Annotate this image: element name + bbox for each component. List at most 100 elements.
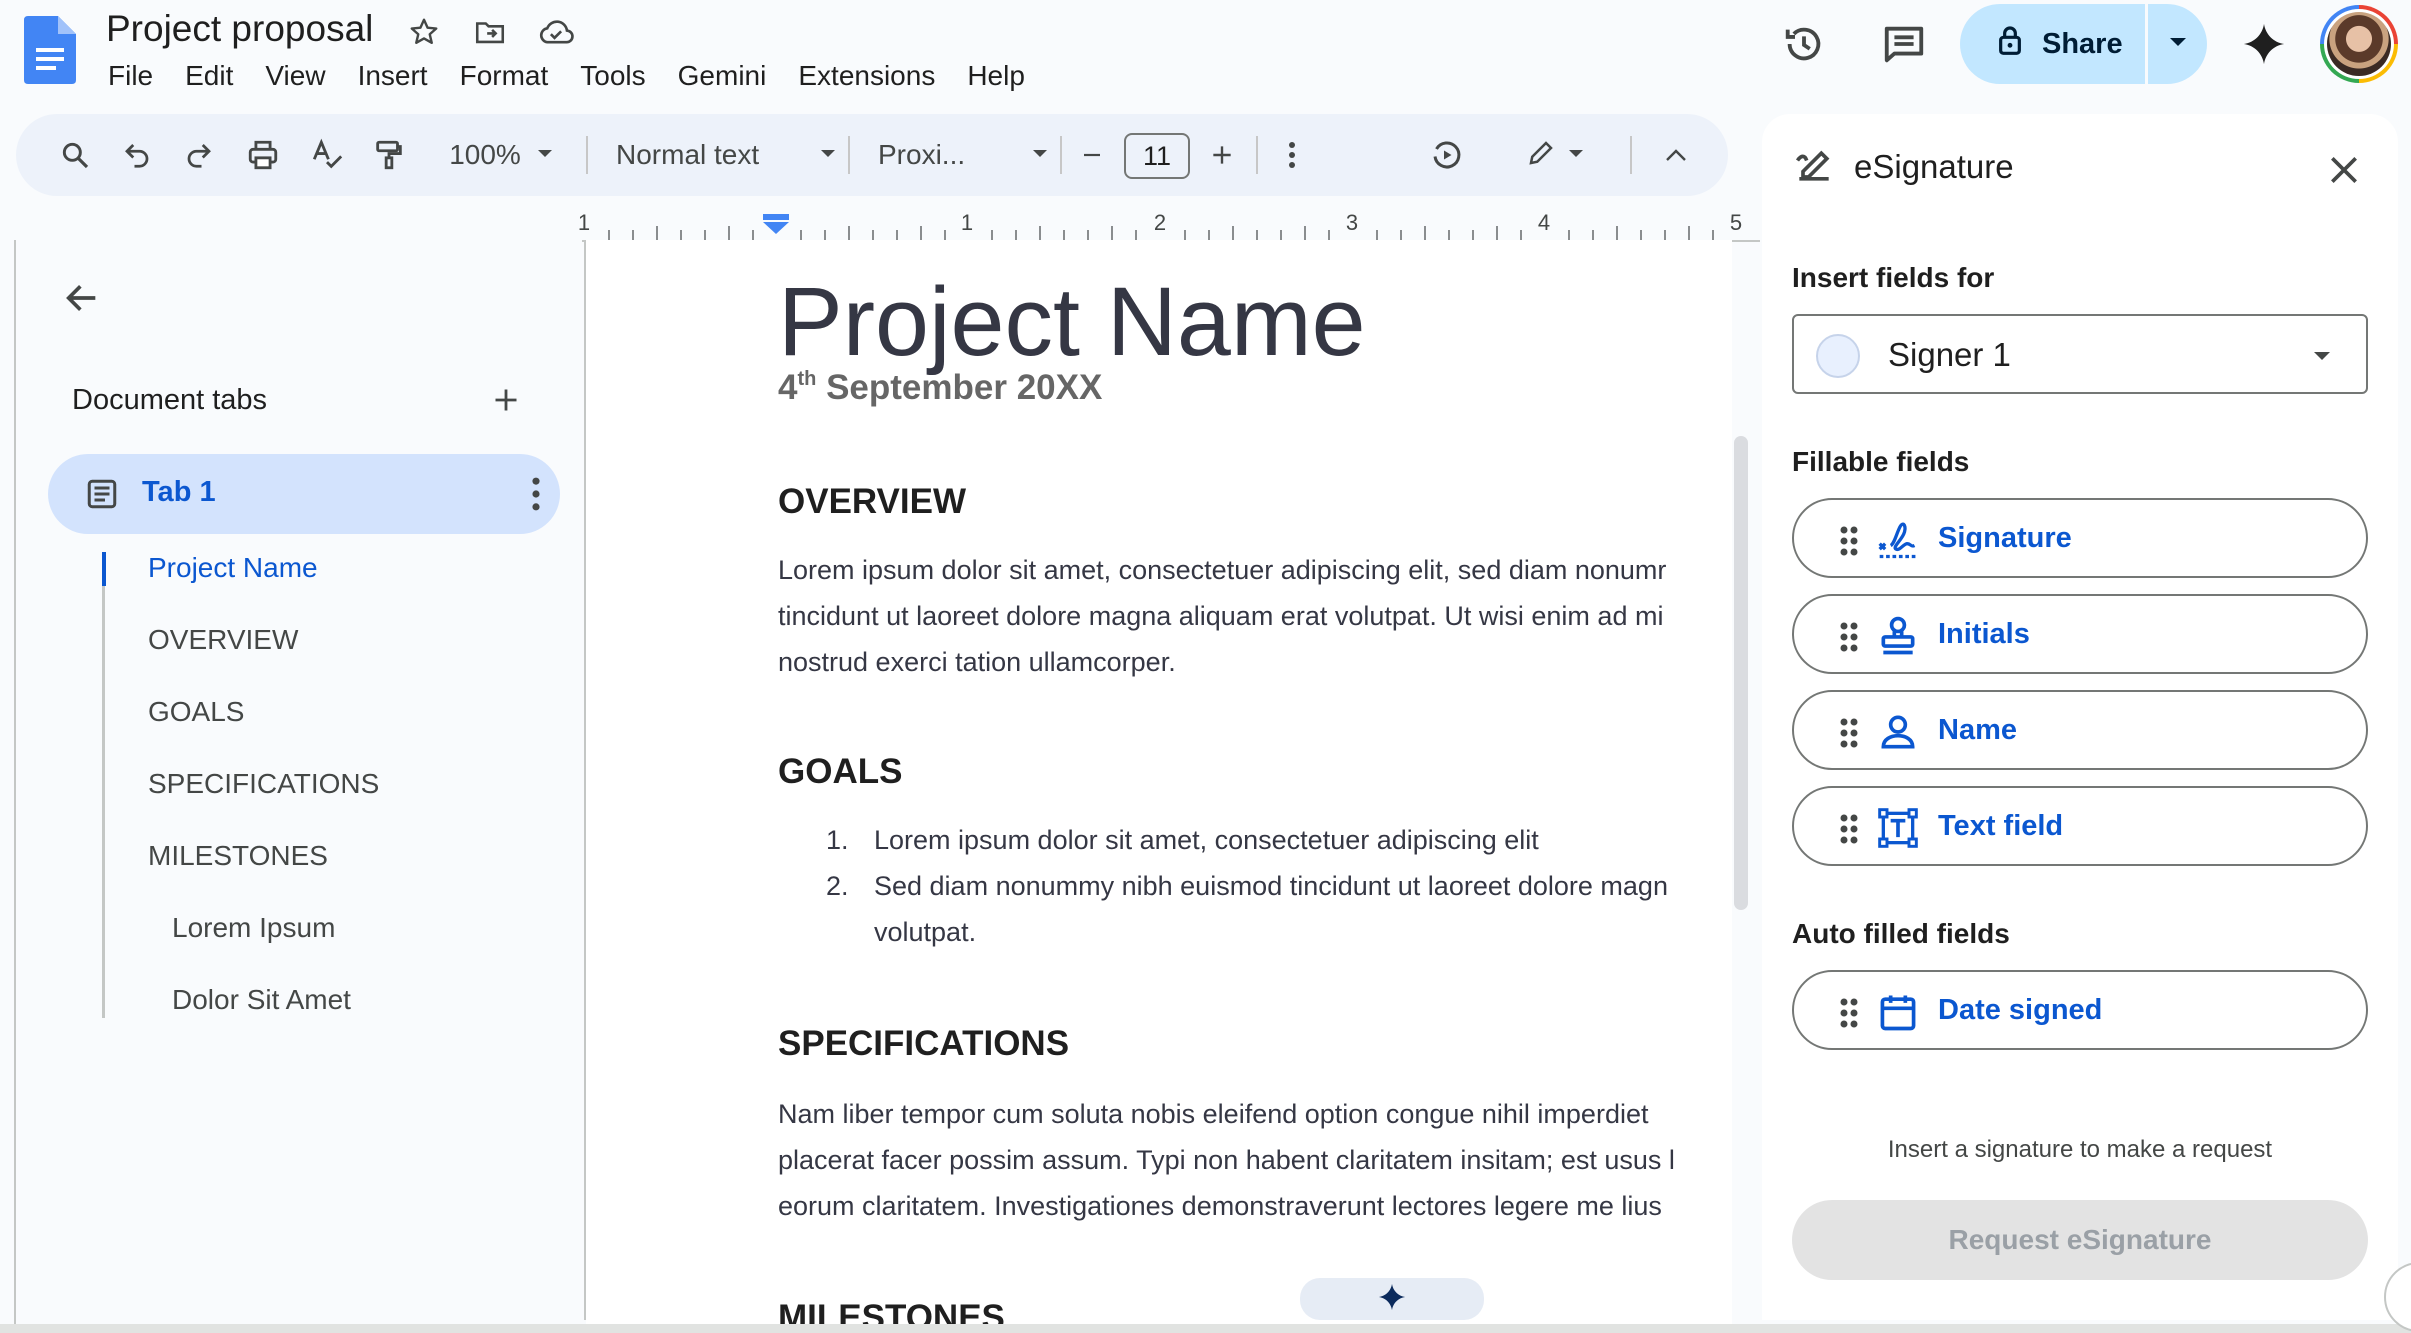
signature-field-button[interactable]: Signature [1792,498,2368,578]
drag-handle-icon[interactable] [1838,620,1860,654]
add-tab-icon[interactable] [486,380,526,420]
goal-number: 1. [826,825,849,855]
increase-font-size-icon[interactable] [1202,114,1242,196]
close-outline-back-icon[interactable] [56,272,108,324]
spec-line: eorum claritatem. Investigationes demons… [778,1191,1662,1221]
caret-down-icon [1568,146,1584,164]
undo-icon[interactable] [112,114,162,196]
docs-window: Project proposal File Edit View Insert F… [0,0,2411,1333]
version-history-icon[interactable] [1772,12,1836,76]
drag-handle-icon[interactable] [1838,716,1860,750]
font-select[interactable]: Proxi... [878,114,1048,196]
menu-extensions[interactable]: Extensions [782,56,951,96]
font-value: Proxi... [878,139,966,170]
request-esignature-button[interactable]: Request eSignature [1792,1200,2368,1280]
text-field-button[interactable]: Text field [1792,786,2368,866]
esignature-panel: eSignature Insert fields for Signer 1 Fi… [1762,114,2398,1320]
ruler-label: 5 [1729,210,1743,235]
move-to-folder-icon[interactable] [468,10,512,54]
document-page[interactable]: Project Name 4th September 20XX OVERVIEW… [586,240,1732,1333]
zoom-select[interactable]: 100% [436,114,566,196]
document-title[interactable]: Project proposal [106,8,373,50]
horizontal-scrollbar[interactable] [0,1324,2411,1333]
person-icon [1876,710,1920,754]
font-size-input[interactable]: 11 [1124,133,1190,179]
signer-value: Signer 1 [1888,336,2011,373]
horizontal-ruler[interactable]: 1 1 2 3 4 5 [0,206,1760,242]
outline-item-specifications[interactable]: SPECIFICATIONS [148,768,379,800]
vertical-scrollbar[interactable] [1734,436,1748,910]
drag-handle-icon[interactable] [1838,812,1860,846]
share-button[interactable]: Share [1960,4,2145,84]
insert-fields-for-label: Insert fields for [1792,262,1995,293]
date-signed-field-label: Date signed [1938,994,2103,1026]
menu-help[interactable]: Help [951,56,1041,96]
more-options-icon[interactable] [1272,114,1312,196]
signer-color-dot [1816,334,1860,378]
spelling-check-icon[interactable] [302,114,352,196]
cloud-saved-icon[interactable] [534,10,578,54]
document-tab-icon [84,476,120,512]
pencil-icon [1526,138,1556,173]
doc-date: 4th September 20XX [778,368,1103,407]
decrease-font-size-icon[interactable] [1072,114,1112,196]
paint-format-icon[interactable] [364,114,414,196]
spec-line: placerat facer possim assum. Typi non ha… [778,1145,1675,1175]
initials-field-label: Initials [1938,618,2030,650]
text-field-icon [1876,806,1920,850]
menu-gemini[interactable]: Gemini [662,56,783,96]
tab-1[interactable]: Tab 1 [48,454,560,534]
star-icon[interactable] [402,10,446,54]
outline-item-lorem-ipsum[interactable]: Lorem Ipsum [172,912,335,944]
date-signed-field-button[interactable]: Date signed [1792,970,2368,1050]
collapse-toolbar-icon[interactable] [1656,114,1696,196]
caret-down-icon [2310,344,2334,368]
redo-icon[interactable] [174,114,224,196]
auto-filled-fields-label: Auto filled fields [1792,918,2010,949]
request-hint-text: Insert a signature to make a request [1887,1136,2273,1163]
outline-item-overview[interactable]: OVERVIEW [148,624,298,656]
search-menus-icon[interactable] [50,114,100,196]
outline-item-milestones[interactable]: MILESTONES [148,840,328,872]
signer-select[interactable]: Signer 1 [1792,314,2368,394]
menu-bar: File Edit View Insert Format Tools Gemin… [92,56,1041,96]
outline-item-dolor-sit-amet[interactable]: Dolor Sit Amet [172,984,351,1016]
menu-file[interactable]: File [92,56,169,96]
caret-down-icon [1032,146,1048,164]
specifications-heading: SPECIFICATIONS [778,1024,1070,1063]
menu-format[interactable]: Format [444,56,565,96]
docs-logo-icon[interactable] [24,16,76,84]
paragraph-style-value: Normal text [616,139,760,170]
outline-item-goals[interactable]: GOALS [148,696,244,728]
gemini-sparkle-icon[interactable] [2232,12,2296,76]
lock-icon [1996,24,2024,64]
signature-field-label: Signature [1938,522,2072,554]
ruler-label: 4 [1537,210,1551,235]
goals-heading: GOALS [778,752,903,791]
panel-title: eSignature [1854,148,2014,185]
name-field-button[interactable]: Name [1792,690,2368,770]
account-avatar[interactable] [2320,5,2398,83]
fillable-fields-label: Fillable fields [1792,446,1970,477]
editing-mode-select[interactable] [1510,114,1600,196]
ruler-label: 1 [577,210,591,235]
menu-insert[interactable]: Insert [342,56,444,96]
comments-icon[interactable] [1872,12,1936,76]
initials-field-button[interactable]: Initials [1792,594,2368,674]
paragraph-style-select[interactable]: Normal text [616,114,836,196]
menu-edit[interactable]: Edit [169,56,249,96]
outline-item-project-name[interactable]: Project Name [148,552,318,584]
close-icon[interactable] [2324,150,2364,190]
document-tabs-heading: Document tabs [72,384,268,416]
tab-options-icon[interactable] [526,474,546,514]
drag-handle-icon[interactable] [1838,996,1860,1030]
share-dropdown-button[interactable] [2148,35,2207,53]
ruler-label: 3 [1345,210,1359,235]
menu-tools[interactable]: Tools [564,56,661,96]
print-icon[interactable] [238,114,288,196]
left-indent-marker-icon[interactable] [763,214,789,234]
rewind-playback-icon[interactable] [1422,114,1472,196]
drag-handle-icon[interactable] [1838,524,1860,558]
gemini-floating-button[interactable] [1300,1278,1484,1320]
menu-view[interactable]: View [249,56,341,96]
